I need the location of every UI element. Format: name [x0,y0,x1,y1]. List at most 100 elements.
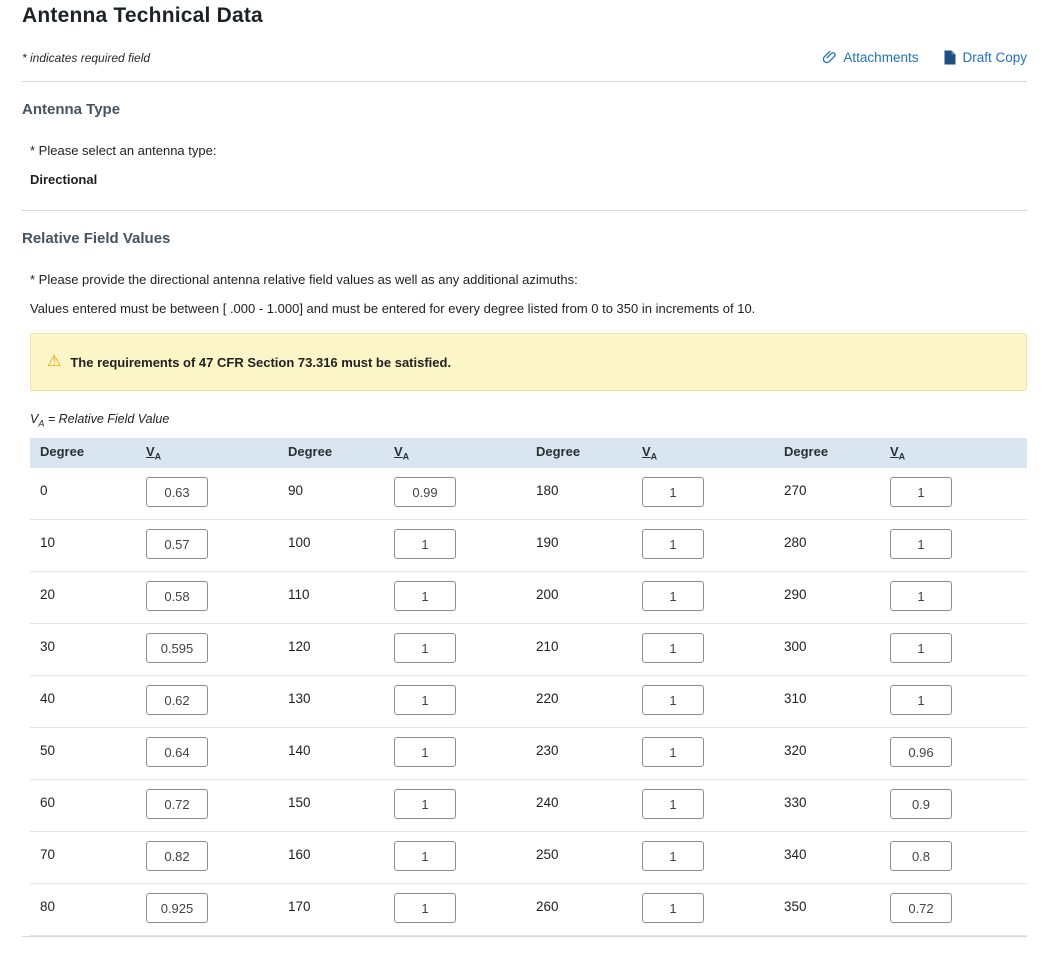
document-icon [944,50,956,65]
degree-column-header: Degree [288,444,394,462]
va-input-310[interactable] [890,685,952,715]
va-legend-text: = Relative Field Value [44,412,169,426]
va-cell-200 [642,581,784,611]
va-input-170[interactable] [394,893,456,923]
degree-label-300: 300 [784,633,890,663]
va-cell-240 [642,789,784,819]
va-cell-20 [146,581,288,611]
warning-triangle-icon: ⚠ [47,354,61,370]
table-row: 70160250340 [30,832,1027,884]
degree-column-header: Degree [536,444,642,462]
va-input-210[interactable] [642,633,704,663]
va-input-340[interactable] [890,841,952,871]
table-row: 80170260350 [30,884,1027,936]
va-input-180[interactable] [642,477,704,507]
va-input-20[interactable] [146,581,208,611]
degree-label-200: 200 [536,581,642,611]
va-cell-180 [642,477,784,507]
table-header-row: DegreeVADegreeVADegreeVADegreeVA [30,438,1027,469]
degree-column-header: Degree [40,444,146,462]
va-column-header: VA [394,444,536,462]
va-cell-100 [394,529,536,559]
va-input-250[interactable] [642,841,704,871]
va-input-120[interactable] [394,633,456,663]
va-input-200[interactable] [642,581,704,611]
relative-field-section: Relative Field Values * Please provide t… [22,230,1027,936]
va-input-130[interactable] [394,685,456,715]
degree-label-310: 310 [784,685,890,715]
va-input-50[interactable] [146,737,208,767]
antenna-type-prompt: * Please select an antenna type: [30,143,1027,158]
warning-banner: ⚠ The requirements of 47 CFR Section 73.… [30,333,1027,391]
degree-label-210: 210 [536,633,642,663]
va-column-header: VA [642,444,784,462]
va-cell-190 [642,529,784,559]
degree-label-320: 320 [784,737,890,767]
degree-label-140: 140 [288,737,394,767]
va-input-330[interactable] [890,789,952,819]
va-input-300[interactable] [890,633,952,663]
attachments-label: Attachments [843,50,918,65]
table-row: 10100190280 [30,520,1027,572]
va-input-220[interactable] [642,685,704,715]
va-input-90[interactable] [394,477,456,507]
antenna-type-value: Directional [30,172,1027,187]
va-cell-320 [890,737,1032,767]
va-input-110[interactable] [394,581,456,611]
degree-label-280: 280 [784,529,890,559]
degree-label-160: 160 [288,841,394,871]
va-input-100[interactable] [394,529,456,559]
attachments-link[interactable]: Attachments [823,50,918,65]
antenna-type-section: Antenna Type * Please select an antenna … [22,101,1027,187]
va-input-150[interactable] [394,789,456,819]
top-divider [22,81,1027,82]
va-input-260[interactable] [642,893,704,923]
degree-column-header: Degree [784,444,890,462]
va-input-80[interactable] [146,893,208,923]
va-cell-350 [890,893,1032,923]
table-row: 090180270 [30,468,1027,520]
va-input-190[interactable] [642,529,704,559]
bottom-divider [22,936,1027,937]
va-cell-300 [890,633,1032,663]
table-body: 0901802701010019028020110200290301202103… [30,468,1027,936]
va-cell-270 [890,477,1032,507]
va-cell-210 [642,633,784,663]
va-cell-130 [394,685,536,715]
degree-label-110: 110 [288,581,394,611]
va-input-10[interactable] [146,529,208,559]
va-input-30[interactable] [146,633,208,663]
draft-copy-link[interactable]: Draft Copy [944,50,1027,65]
relative-field-table: DegreeVADegreeVADegreeVADegreeVA 0901802… [30,438,1027,937]
va-input-350[interactable] [890,893,952,923]
va-input-140[interactable] [394,737,456,767]
paperclip-icon [823,51,837,65]
va-cell-120 [394,633,536,663]
va-cell-140 [394,737,536,767]
va-input-70[interactable] [146,841,208,871]
degree-label-290: 290 [784,581,890,611]
va-cell-80 [146,893,288,923]
table-row: 40130220310 [30,676,1027,728]
va-cell-30 [146,633,288,663]
va-input-280[interactable] [890,529,952,559]
va-cell-10 [146,529,288,559]
va-input-160[interactable] [394,841,456,871]
va-cell-250 [642,841,784,871]
va-cell-260 [642,893,784,923]
va-input-270[interactable] [890,477,952,507]
va-input-0[interactable] [146,477,208,507]
va-input-230[interactable] [642,737,704,767]
relative-field-prompt: * Please provide the directional antenna… [30,272,1027,287]
va-input-60[interactable] [146,789,208,819]
degree-label-270: 270 [784,477,890,507]
degree-label-30: 30 [40,633,146,663]
va-cell-0 [146,477,288,507]
va-input-40[interactable] [146,685,208,715]
degree-label-190: 190 [536,529,642,559]
antenna-type-heading: Antenna Type [22,101,1027,118]
va-input-290[interactable] [890,581,952,611]
va-input-320[interactable] [890,737,952,767]
degree-label-90: 90 [288,477,394,507]
va-input-240[interactable] [642,789,704,819]
